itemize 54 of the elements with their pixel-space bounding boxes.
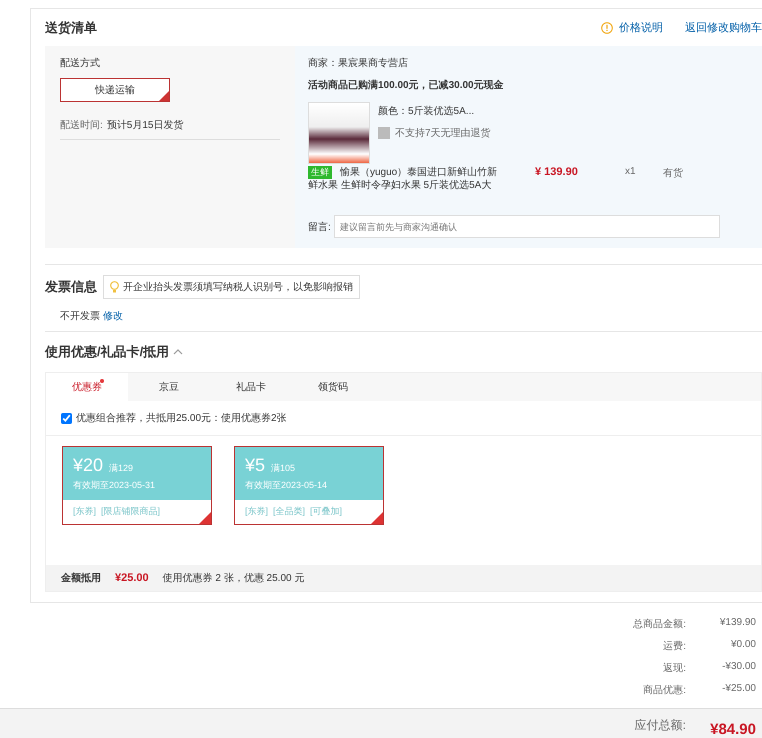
delivery-time: 预计5月15日发货 bbox=[106, 118, 184, 132]
product-price: ¥ 139.90 bbox=[535, 166, 579, 178]
photo-placeholder bbox=[308, 102, 370, 164]
promo-text: 活动商品已购满100.00元，已减30.00元现金 bbox=[308, 78, 505, 92]
checkbox[interactable] bbox=[61, 412, 72, 424]
merchant-name: 商家：果宸果商专营店 bbox=[308, 56, 409, 70]
summary-value: -¥30.00 bbox=[721, 661, 756, 674]
tab[interactable]: 礼品卡 bbox=[210, 373, 292, 401]
coupon-tag: [东券] bbox=[73, 505, 96, 518]
corner-mark bbox=[159, 91, 169, 101]
coupon-tag: [全品类] bbox=[273, 505, 306, 518]
return-policy: 不支持7天无理由退货 bbox=[395, 126, 491, 140]
summary-value: ¥139.90 bbox=[718, 617, 756, 630]
corner-check-icon bbox=[371, 512, 383, 524]
coupon-tag: [可叠加] bbox=[310, 505, 342, 518]
product-name: 生鲜 愉果（yuguo）泰国进口新鲜山竹新鲜水果 生鲜时令孕妇水果 5斤装优选5A大 bbox=[308, 166, 498, 192]
invoice-value: 不开发票 bbox=[60, 310, 100, 323]
quantity: x1 bbox=[625, 166, 637, 177]
section-title: 使用优惠/礼品卡/抵用 bbox=[45, 343, 170, 361]
lightbulb-icon bbox=[110, 281, 119, 293]
discount-amount: ¥25.00 bbox=[115, 572, 149, 584]
summary-label: 返现: bbox=[662, 662, 686, 675]
section-title: 送货清单 bbox=[45, 18, 97, 36]
summary-value: ¥0.00 bbox=[730, 639, 756, 652]
tab[interactable]: 优惠券 bbox=[46, 373, 128, 401]
shipping-option[interactable]: 快递运输 bbox=[60, 78, 170, 102]
total-label: 应付总额: bbox=[634, 717, 686, 734]
label: 配送时间: bbox=[60, 118, 103, 132]
summary-label: 商品优惠: bbox=[642, 684, 686, 697]
link[interactable]: 返回修改购物车 bbox=[685, 20, 762, 35]
label: 留言: bbox=[308, 220, 331, 234]
badge-icon bbox=[378, 127, 390, 139]
total-value: ¥84.90 bbox=[709, 721, 756, 738]
tab[interactable]: 京豆 bbox=[128, 373, 210, 401]
coupon-tag: [限店铺限商品] bbox=[101, 505, 160, 518]
label: 配送方式 bbox=[60, 56, 101, 70]
label: 金额抵用 bbox=[61, 571, 101, 585]
section-title: 发票信息 bbox=[45, 278, 97, 296]
stock-status: 有货 bbox=[663, 167, 683, 180]
tab[interactable]: 领货码 bbox=[292, 373, 374, 401]
coupon-tag: [东券] bbox=[245, 505, 268, 518]
summary-label: 总商品金额: bbox=[632, 618, 686, 631]
chevron-icon[interactable] bbox=[173, 348, 184, 356]
note-field[interactable]: 建议留言前先与商家沟通确认 bbox=[334, 215, 720, 238]
corner-check-icon bbox=[199, 512, 211, 524]
info-icon bbox=[601, 22, 613, 34]
discount-note: 使用优惠券 2 张，优惠 25.00 元 bbox=[162, 572, 304, 585]
link[interactable]: 价格说明 bbox=[601, 20, 663, 35]
tip-bubble: 开企业抬头发票须填写纳税人识别号，以免影响报销 bbox=[103, 275, 360, 299]
product-spec: 颜色：5斤装优选5A... bbox=[378, 104, 476, 118]
recommend-text: 优惠组合推荐，共抵用25.00元：使用优惠券2张 bbox=[76, 412, 287, 425]
edit-link[interactable]: 修改 bbox=[103, 309, 123, 323]
summary-label: 运费: bbox=[662, 640, 686, 653]
summary-value: -¥25.00 bbox=[721, 683, 756, 696]
